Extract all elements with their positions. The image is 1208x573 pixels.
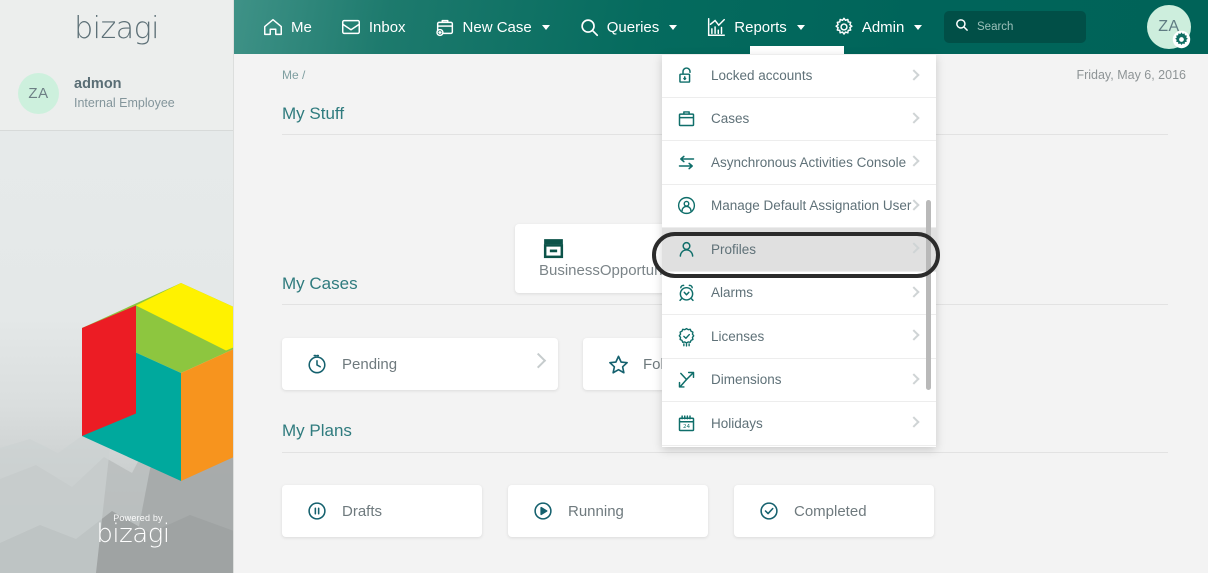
- archive-box-icon: [541, 236, 566, 261]
- alarm-clock-icon: [676, 282, 697, 303]
- menu-item-cases[interactable]: Cases: [662, 97, 936, 141]
- search-placeholder: Search: [977, 21, 1014, 33]
- swap-arrows-icon: [676, 152, 697, 173]
- section-title-my-stuff: My Stuff: [282, 104, 345, 123]
- search-icon: [954, 17, 969, 37]
- menu-item-dimensions[interactable]: Dimensions: [662, 358, 936, 402]
- pause-circle-icon: [306, 500, 328, 522]
- sidebar-user-role: Internal Employee: [74, 95, 175, 110]
- powered-by-bizagi: Powered by bizagi: [0, 283, 233, 549]
- application-window: bizagi ZA admon Internal Employee Powere…: [0, 0, 1208, 573]
- chevron-right-icon: [530, 352, 547, 369]
- dropdown-scrollbar[interactable]: [926, 200, 931, 390]
- chevron-right-icon: [908, 155, 920, 167]
- play-circle-icon: [532, 500, 554, 522]
- menu-item-alarms[interactable]: Alarms: [662, 271, 936, 315]
- sidebar-logo-text: bizagi: [74, 11, 159, 46]
- check-circle-icon: [758, 500, 780, 522]
- menu-label: Holidays: [711, 415, 763, 431]
- user-circle-icon: [676, 195, 697, 216]
- nav-label-inbox: Inbox: [368, 18, 406, 36]
- menu-item-asynchronous-activities-console[interactable]: Asynchronous Activities Console: [662, 141, 936, 185]
- menu-item-locked-accounts[interactable]: Locked accounts: [662, 54, 936, 98]
- breadcrumb[interactable]: Me /: [282, 68, 305, 82]
- plan-card-label: Completed: [794, 502, 867, 520]
- section-title-my-cases: My Cases: [282, 274, 358, 293]
- inbox-icon: [340, 16, 362, 38]
- menu-item-manage-default-assignation-user[interactable]: Manage Default Assignation User: [662, 184, 936, 228]
- unlock-icon: [676, 65, 697, 86]
- briefcase-icon: [676, 108, 697, 129]
- menu-label: Licenses: [711, 328, 765, 344]
- briefcase-plus-icon: [434, 16, 456, 38]
- section-divider: [282, 452, 1168, 453]
- menu-label: Profiles: [711, 241, 757, 257]
- menu-label: Asynchronous Activities Console: [711, 154, 907, 170]
- chevron-right-icon: [908, 416, 920, 428]
- sidebar-logo: bizagi: [0, 0, 233, 57]
- chevron-right-icon: [908, 373, 920, 385]
- menu-label: Locked accounts: [711, 68, 813, 84]
- arrows-diagonal-icon: [676, 369, 697, 390]
- case-card-pending[interactable]: Pending: [282, 338, 558, 390]
- user-icon: [676, 239, 697, 260]
- menu-label: Manage Default Assignation User: [711, 198, 912, 214]
- chevron-right-icon: [908, 112, 920, 124]
- admin-dropdown-menu: Locked accounts Cases Asynchronous Activ…: [662, 54, 936, 447]
- section-title-my-plans: My Plans: [282, 421, 352, 440]
- plan-card-completed[interactable]: Completed: [734, 485, 934, 537]
- menu-item-holidays[interactable]: 24 Holidays: [662, 402, 936, 446]
- menu-label: Cases: [711, 111, 750, 127]
- sidebar-user-card[interactable]: ZA admon Internal Employee: [0, 57, 233, 131]
- case-card-label: Pending: [342, 355, 398, 373]
- chevron-right-icon: [908, 329, 920, 341]
- admin-tab-indicator: [750, 46, 844, 54]
- menu-item-profiles[interactable]: Profiles: [662, 228, 936, 272]
- menu-label: Dimensions: [711, 372, 782, 388]
- home-icon: [262, 16, 284, 38]
- current-date: Friday, May 6, 2016: [1076, 68, 1186, 82]
- gear-icon: [833, 16, 855, 38]
- nav-label-new-case: New Case: [462, 18, 532, 36]
- nav-label-me: Me: [291, 18, 312, 36]
- stuff-card-label: BusinessOpportunity: [539, 262, 678, 279]
- chevron-right-icon: [908, 286, 920, 298]
- left-sidebar: bizagi ZA admon Internal Employee Powere…: [0, 0, 234, 573]
- plan-card-running[interactable]: Running: [508, 485, 708, 537]
- bizagi-cube-icon: [64, 283, 233, 547]
- search-input[interactable]: Search: [944, 11, 1086, 43]
- calendar-icon: 24: [676, 413, 697, 434]
- chevron-down-icon: [541, 24, 550, 30]
- chart-icon: [705, 16, 727, 38]
- avatar: ZA: [18, 73, 59, 114]
- nav-item-me[interactable]: Me: [248, 0, 326, 54]
- chevron-down-icon: [914, 24, 923, 30]
- nav-label-reports: Reports: [734, 18, 787, 36]
- sidebar-background-image: Powered by bizagi: [0, 131, 233, 573]
- svg-text:24: 24: [683, 424, 691, 430]
- chevron-down-icon: [796, 24, 805, 30]
- chevron-right-icon: [908, 242, 920, 254]
- nav-item-new-case[interactable]: New Case: [420, 0, 564, 54]
- nav-item-inbox[interactable]: Inbox: [326, 0, 420, 54]
- top-header: Me Inbox New Case Queries Reports Admin …: [234, 0, 1208, 54]
- plan-card-label: Running: [568, 502, 624, 520]
- nav-label-queries: Queries: [606, 18, 660, 36]
- sidebar-user-info: admon Internal Employee: [74, 75, 175, 111]
- chevron-down-icon: [669, 24, 678, 30]
- menu-item-licenses[interactable]: Licenses: [662, 315, 936, 359]
- menu-label: Alarms: [711, 285, 754, 301]
- badge-check-icon: [676, 326, 697, 347]
- chevron-right-icon: [908, 69, 920, 81]
- sidebar-user-name: admon: [74, 76, 122, 93]
- nav-label-admin: Admin: [861, 18, 905, 36]
- nav-item-queries[interactable]: Queries: [564, 0, 692, 54]
- clock-icon: [306, 353, 328, 375]
- plan-card-label: Drafts: [342, 502, 383, 520]
- star-icon: [607, 353, 629, 375]
- search-icon: [578, 16, 600, 38]
- plan-card-drafts[interactable]: Drafts: [282, 485, 482, 537]
- avatar-gear-icon[interactable]: [1172, 30, 1191, 49]
